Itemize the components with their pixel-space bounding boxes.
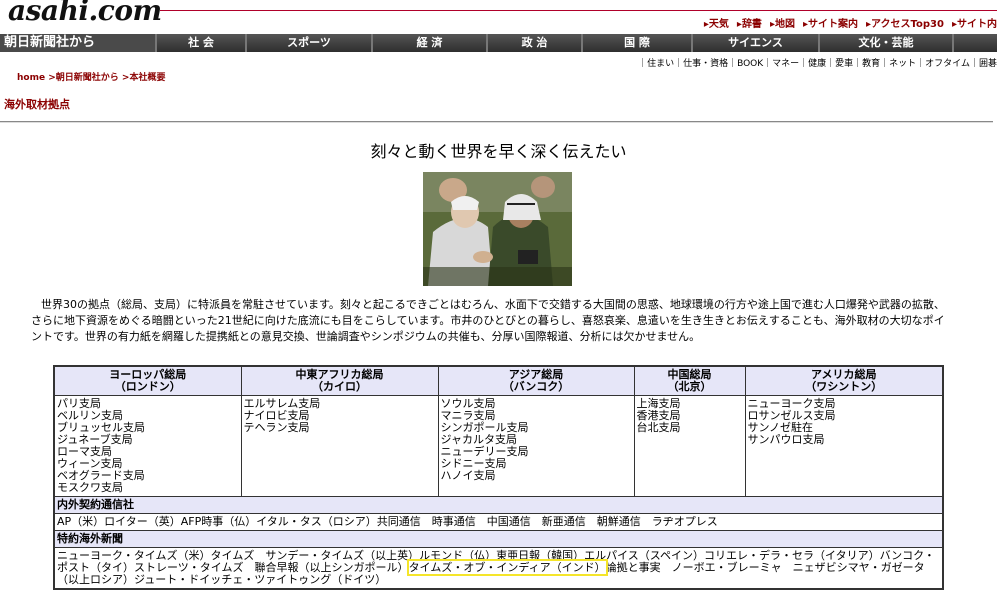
partners-title: 特約海外新聞 [53, 529, 944, 548]
office-item: シドニー支局 [440, 456, 507, 470]
offices-china: 上海支局 香港支局 台北支局 [633, 394, 746, 497]
bureau-title: アメリカ総局 [811, 367, 877, 381]
bureau-header-america: アメリカ総局 （ワシントン） [744, 365, 944, 396]
toplink-site-search-label[interactable]: サイト内 [957, 19, 997, 30]
page-headline: 刻々と動く世界を早く深く伝えたい [370, 142, 627, 161]
nav-overflow[interactable] [952, 34, 997, 52]
bureau-header-asia: アジア総局 （バンコク） [437, 365, 635, 396]
office-item: ロサンゼルス支局 [747, 408, 836, 422]
toplink-access-top30-label[interactable]: アクセスTop30 [871, 19, 944, 30]
site-logo[interactable]: asahi.com [8, 0, 162, 27]
office-item: ニューデリー支局 [440, 444, 529, 458]
agencies-row: AP（米）ロイター（英）AFP時事（仏）イタル・タス（ロシア）共同通信 時事通信… [53, 512, 944, 531]
bureau-city: （ロンドン） [114, 379, 181, 393]
office-item: サンパウロ支局 [747, 432, 825, 446]
bureau-title: 中国総局 [667, 367, 712, 381]
breadcrumb: home >朝日新聞社から >本社概要 [17, 70, 165, 83]
office-item: 台北支局 [636, 420, 681, 434]
office-item: ジュネーブ支局 [57, 432, 133, 446]
office-item: 上海支局 [636, 396, 681, 410]
nav-sports[interactable]: スポーツ [245, 34, 371, 52]
toplink-dictionary-label[interactable]: 辞書 [742, 19, 762, 30]
partners-row: ニューヨーク・タイムズ（米）タイムズ サンデー・タイムズ（以上英）ルモンド（仏）… [53, 546, 944, 589]
toplink-site-guide-label[interactable]: サイト案内 [808, 19, 858, 30]
toplink-dictionary[interactable]: ▸辞書 [737, 15, 762, 30]
partners-list: ニューヨーク・タイムズ（米）タイムズ サンデー・タイムズ（以上英）ルモンド（仏）… [53, 546, 944, 589]
office-item: ベルリン支局 [57, 408, 123, 422]
offices-america: ニューヨーク支局 ロサンゼルス支局 サンノゼ駐在 サンパウロ支局 [744, 394, 944, 497]
bureau-title: 中東アフリカ総局 [295, 367, 384, 381]
category-links[interactable]: ｜住まい｜仕事・資格｜BOOK｜マネー｜健康｜愛車｜教育｜ネット｜オフタイム｜囲… [638, 56, 997, 69]
toplink-weather-label[interactable]: 天気 [709, 19, 729, 30]
bureau-city: （ワシントン） [805, 379, 883, 393]
agencies-header-row: 内外契約通信社 [53, 495, 944, 514]
header-rule [160, 10, 997, 11]
office-item: マニラ支局 [440, 408, 496, 422]
bureau-title: ヨーロッパ総局 [109, 367, 187, 381]
bureau-title: アジア総局 [508, 367, 564, 381]
office-item: エルサレム支局 [243, 396, 321, 410]
nav-economy[interactable]: 経 済 [371, 34, 486, 52]
bureau-city: （北京） [667, 379, 712, 393]
partner-highlighted: タイムズ・オブ・インディア（インド） [406, 558, 608, 576]
toplink-map-label[interactable]: 地図 [775, 19, 795, 30]
divider [0, 121, 993, 123]
office-item: ブリュッセル支局 [57, 420, 145, 434]
top-links: ▸天気 ▸辞書 ▸地図 ▸サイト案内 ▸アクセスTop30 ▸サイト内 [704, 15, 997, 30]
nav-international[interactable]: 国 際 [581, 34, 691, 52]
breadcrumb-home[interactable]: home [17, 73, 45, 83]
toplink-map[interactable]: ▸地図 [770, 15, 795, 30]
bureau-table: ヨーロッパ総局 （ロンドン） 中東アフリカ総局 （カイロ） アジア総局 （バンコク） … [53, 365, 944, 590]
breadcrumb-level1[interactable]: >朝日新聞社から [48, 73, 119, 83]
bureau-city: （カイロ） [312, 379, 367, 393]
nav-culture[interactable]: 文化・芸能 [818, 34, 952, 52]
bureau-city: （バンコク） [502, 379, 570, 393]
main-nav: 朝日新聞社から 社 会 スポーツ 経 済 政 治 国 際 サイエンス 文化・芸能 [0, 34, 997, 52]
office-item: パリ支局 [57, 396, 101, 410]
agencies-title: 内外契約通信社 [53, 495, 944, 514]
office-item: ナイロビ支局 [243, 408, 310, 422]
nav-society[interactable]: 社 会 [155, 34, 245, 52]
breadcrumb-level2[interactable]: >本社概要 [122, 73, 166, 83]
office-item: モスクワ支局 [57, 480, 123, 494]
office-item: テヘラン支局 [243, 420, 310, 434]
agencies-list: AP（米）ロイター（英）AFP時事（仏）イタル・タス（ロシア）共同通信 時事通信… [53, 512, 944, 531]
office-item: ベオグラード支局 [57, 468, 145, 482]
office-item: ウィーン支局 [57, 456, 123, 470]
section-title: 海外取材拠点 [4, 98, 70, 111]
nav-politics[interactable]: 政 治 [486, 34, 581, 52]
office-item: 香港支局 [636, 408, 681, 422]
bureau-header-china: 中国総局 （北京） [633, 365, 746, 396]
office-item: ジャカルタ支局 [440, 432, 517, 446]
office-item: ハノイ支局 [440, 468, 496, 482]
bureau-header-middle-east: 中東アフリカ総局 （カイロ） [240, 365, 439, 396]
toplink-site-guide[interactable]: ▸サイト案内 [803, 15, 858, 30]
offices-europe: パリ支局 ベルリン支局 ブリュッセル支局 ジュネーブ支局 ローマ支局 ウィーン支… [53, 394, 242, 497]
bureau-offices-row: パリ支局 ベルリン支局 ブリュッセル支局 ジュネーブ支局 ローマ支局 ウィーン支… [53, 394, 944, 497]
office-item: ニューヨーク支局 [747, 396, 836, 410]
office-item: ローマ支局 [57, 444, 112, 458]
office-item: サンノゼ駐在 [747, 420, 813, 434]
header: asahi.com ▸天気 ▸辞書 ▸地図 ▸サイト案内 ▸アクセスTop30 … [0, 0, 997, 34]
office-item: シンガポール支局 [440, 420, 529, 434]
news-photo [423, 172, 572, 286]
office-item: ソウル支局 [440, 396, 496, 410]
intro-paragraph: 世界30の拠点（総局、支局）に特派員を常駐させています。刻々と起こるできごとはむ… [31, 298, 945, 343]
offices-middle-east: エルサレム支局 ナイロビ支局 テヘラン支局 [240, 394, 439, 497]
toplink-site-search[interactable]: ▸サイト内 [952, 15, 997, 30]
partners-header-row: 特約海外新聞 [53, 529, 944, 548]
photo-illustration [423, 172, 572, 286]
offices-asia: ソウル支局 マニラ支局 シンガポール支局 ジャカルタ支局 ニューデリー支局 シド… [437, 394, 635, 497]
nav-science[interactable]: サイエンス [691, 34, 818, 52]
nav-home[interactable]: 朝日新聞社から [0, 34, 155, 52]
toplink-access-top30[interactable]: ▸アクセスTop30 [866, 15, 944, 30]
bureau-header-europe: ヨーロッパ総局 （ロンドン） [53, 365, 242, 396]
toplink-weather[interactable]: ▸天気 [704, 15, 729, 30]
bureau-header-row: ヨーロッパ総局 （ロンドン） 中東アフリカ総局 （カイロ） アジア総局 （バンコク） … [53, 365, 944, 396]
